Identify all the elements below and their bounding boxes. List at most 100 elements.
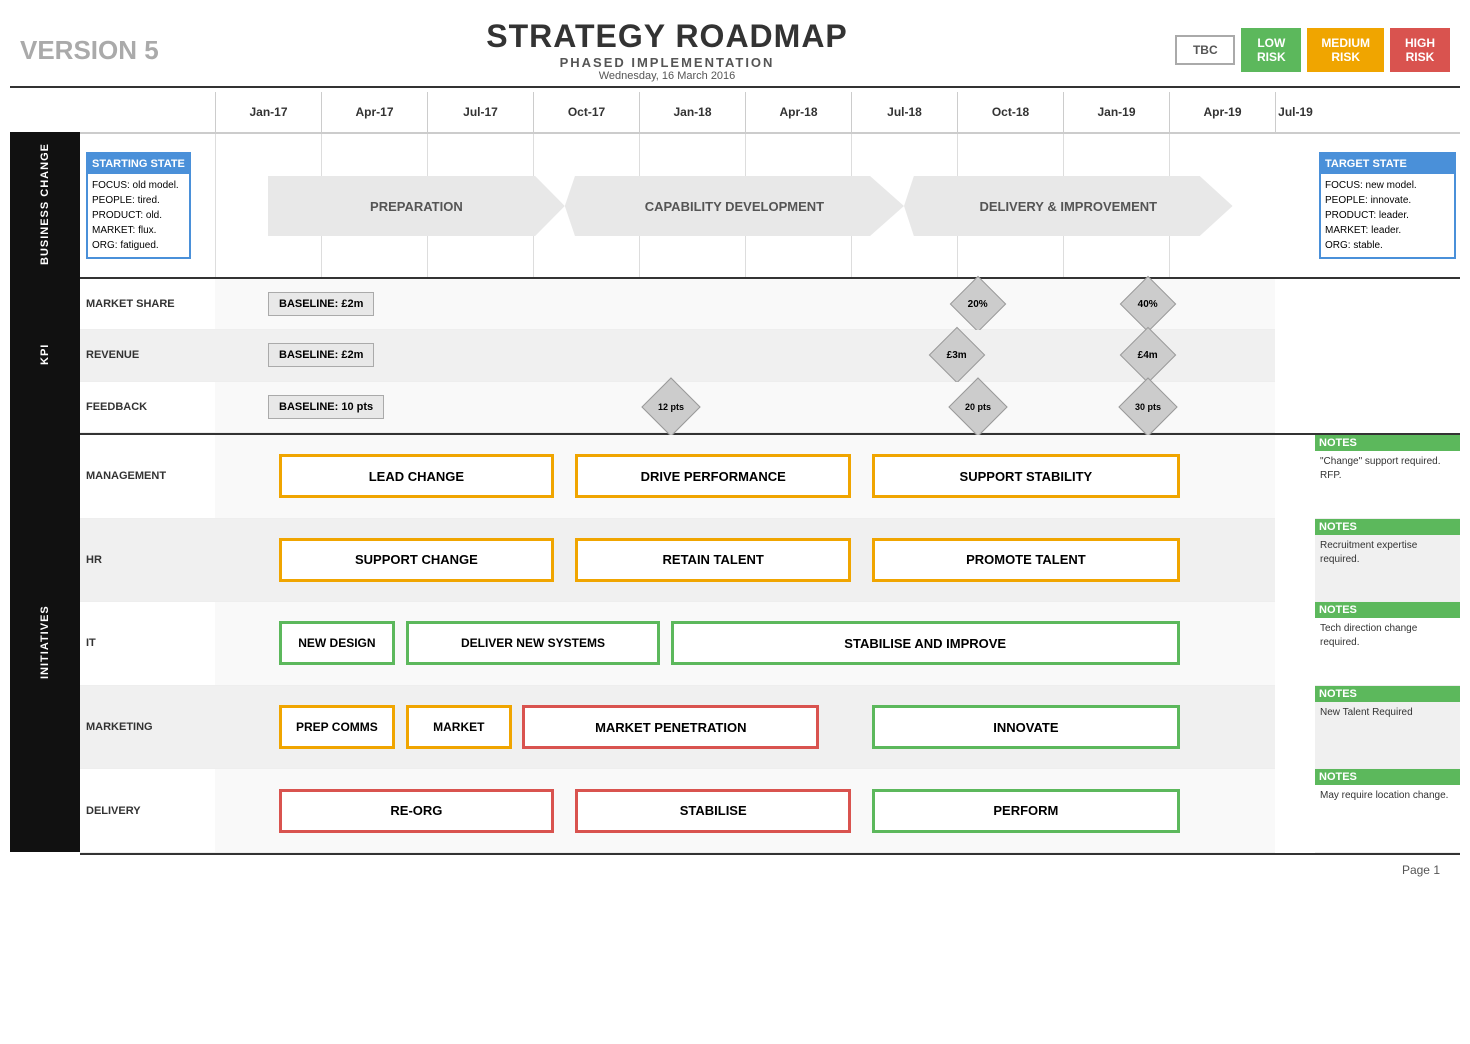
month-jul17: Jul-17 [427,92,533,132]
bc-row-name: STARTING STATE FOCUS: old model. PEOPLE:… [80,134,215,277]
kpi-section: MARKET SHARE REVENUE FEEDBACK BASELINE: … [80,279,1460,435]
box-perform: PERFORM [872,789,1179,833]
bc-section: STARTING STATE FOCUS: old model. PEOPLE:… [80,134,1460,279]
fb-diamond-12: 12 pts [641,377,700,436]
header: VERSION 5 STRATEGY ROADMAP PHASED IMPLEM… [10,10,1460,88]
starting-state-title: STARTING STATE [88,154,189,175]
kpi-name-marketshare: MARKET SHARE [80,279,215,330]
box-support-stability: SUPPORT STABILITY [872,454,1179,498]
badge-high: HIGHRISK [1390,28,1450,72]
box-reorg: RE-ORG [279,789,555,833]
month-jul18: Jul-18 [851,92,957,132]
notes-marketing-title: NOTES [1315,686,1460,702]
init-end-col [1275,435,1315,853]
box-market-penetration: MARKET PENETRATION [522,705,819,749]
month-jan19: Jan-19 [1063,92,1169,132]
init-name-it: IT [80,602,215,686]
target-state-wrap: TARGET STATE FOCUS: new model. PEOPLE: i… [1315,134,1460,277]
init-row-hr: SUPPORT CHANGE RETAIN TALENT PROMOTE TAL… [215,519,1275,603]
risk-badges: TBC LOWRISK MEDIUMRISK HIGHRISK [1175,28,1450,72]
notes-mgmt-text: "Change" support required. RFP. [1320,455,1455,483]
rev-diamond-4m: £4m [1120,327,1177,384]
rev-baseline: BASELINE: £2m [268,343,374,367]
box-deliver-new-systems: DELIVER NEW SYSTEMS [406,621,660,665]
kpi-end-col [1275,279,1315,433]
kpi-name-feedback: FEEDBACK [80,382,215,433]
kpi-row-revenue: BASELINE: £2m £3m £4m [215,330,1275,381]
box-prep-comms: PREP COMMS [279,705,396,749]
notes-col: NOTES "Change" support required. RFP. NO… [1315,435,1460,853]
init-name-hr: HR [80,519,215,603]
title-block: STRATEGY ROADMAP PHASED IMPLEMENTATION W… [486,18,848,82]
badge-medium: MEDIUMRISK [1307,28,1384,72]
box-market: MARKET [406,705,512,749]
ms-baseline: BASELINE: £2m [268,292,374,316]
capability-arrow: CAPABILITY DEVELOPMENT [565,176,904,236]
rev-diamond-3m: £3m [929,327,986,384]
version-label: VERSION 5 [20,35,159,66]
starting-state-content: FOCUS: old model. PEOPLE: tired. PRODUCT… [88,174,189,257]
init-row-mgmt: LEAD CHANGE DRIVE PERFORMANCE SUPPORT ST… [215,435,1275,519]
date: Wednesday, 16 March 2016 [486,70,848,82]
badge-tbc: TBC [1175,35,1235,65]
notes-delivery: NOTES May require location change. [1315,769,1460,853]
notes-delivery-title: NOTES [1315,769,1460,785]
notes-hr-title: NOTES [1315,519,1460,535]
bc-grid: PREPARATION CAPABILITY DEVELOPMENT DELIV… [215,134,1275,277]
month-jul19: Jul-19 [1275,92,1315,132]
month-oct17: Oct-17 [533,92,639,132]
kpi-section-label: KPI [10,277,80,432]
kpi-names: MARKET SHARE REVENUE FEEDBACK [80,279,215,433]
delivery-arrow: DELIVERY & IMPROVEMENT [904,176,1233,236]
init-name-marketing: MARKETING [80,686,215,770]
box-drive-performance: DRIVE PERFORMANCE [575,454,851,498]
notes-it-text: Tech direction change required. [1320,622,1455,650]
timeline-area: Jan-17 Apr-17 Jul-17 Oct-17 Jan-18 Apr-1… [80,92,1460,855]
main-area: BUSINESS CHANGE KPI INITIATIVES Jan-17 A… [10,92,1460,855]
notes-it-title: NOTES [1315,602,1460,618]
target-state-box: TARGET STATE FOCUS: new model. PEOPLE: i… [1319,152,1456,260]
kpi-name-revenue: REVENUE [80,330,215,381]
notes-hr: NOTES Recruitment expertise required. [1315,519,1460,603]
page: VERSION 5 STRATEGY ROADMAP PHASED IMPLEM… [0,0,1470,1044]
notes-mgmt: NOTES "Change" support required. RFP. [1315,435,1460,519]
init-grid: LEAD CHANGE DRIVE PERFORMANCE SUPPORT ST… [215,435,1275,853]
notes-marketing-text: New Talent Required [1320,706,1455,720]
target-state-title: TARGET STATE [1321,154,1454,175]
kpi-row-feedback: BASELINE: 10 pts 12 pts 20 pts 30 pts [215,382,1275,433]
month-apr19: Apr-19 [1169,92,1275,132]
ms-diamond-20: 20% [950,276,1007,333]
init-row-delivery: RE-ORG STABILISE PERFORM [215,769,1275,853]
month-jan17: Jan-17 [215,92,321,132]
init-name-mgmt: MANAGEMENT [80,435,215,519]
main-title: STRATEGY ROADMAP [486,18,848,55]
month-jan18: Jan-18 [639,92,745,132]
bc-section-label: BUSINESS CHANGE [10,132,80,277]
init-name-delivery: DELIVERY [80,769,215,853]
box-stabilise: STABILISE [575,789,851,833]
month-oct18: Oct-18 [957,92,1063,132]
init-row-marketing: PREP COMMS MARKET MARKET PENETRATION INN… [215,686,1275,770]
box-support-change: SUPPORT CHANGE [279,538,555,582]
timeline-header: Jan-17 Apr-17 Jul-17 Oct-17 Jan-18 Apr-1… [80,92,1460,134]
kpi-grid: BASELINE: £2m 20% 40% BASELINE: £2m [215,279,1275,433]
init-section-label: INITIATIVES [10,432,80,852]
ms-diamond-40: 40% [1120,276,1177,333]
init-section: MANAGEMENT HR IT MARKETING DELIVERY LEAD… [80,435,1460,855]
month-apr17: Apr-17 [321,92,427,132]
preparation-arrow: PREPARATION [268,176,565,236]
box-retain-talent: RETAIN TALENT [575,538,851,582]
target-state-content: FOCUS: new model. PEOPLE: innovate. PROD… [1321,174,1454,257]
fb-baseline: BASELINE: 10 pts [268,395,384,419]
box-lead-change: LEAD CHANGE [279,454,555,498]
box-new-design: NEW DESIGN [279,621,396,665]
section-labels: BUSINESS CHANGE KPI INITIATIVES [10,92,80,855]
fb-diamond-30: 30 pts [1118,377,1177,436]
badge-low: LOWRISK [1241,28,1301,72]
starting-state-box: STARTING STATE FOCUS: old model. PEOPLE:… [86,152,191,260]
notes-it: NOTES Tech direction change required. [1315,602,1460,686]
box-stabilise-improve: STABILISE AND IMPROVE [671,621,1180,665]
notes-mgmt-title: NOTES [1315,435,1460,451]
subtitle: PHASED IMPLEMENTATION [486,55,848,70]
notes-marketing: NOTES New Talent Required [1315,686,1460,770]
